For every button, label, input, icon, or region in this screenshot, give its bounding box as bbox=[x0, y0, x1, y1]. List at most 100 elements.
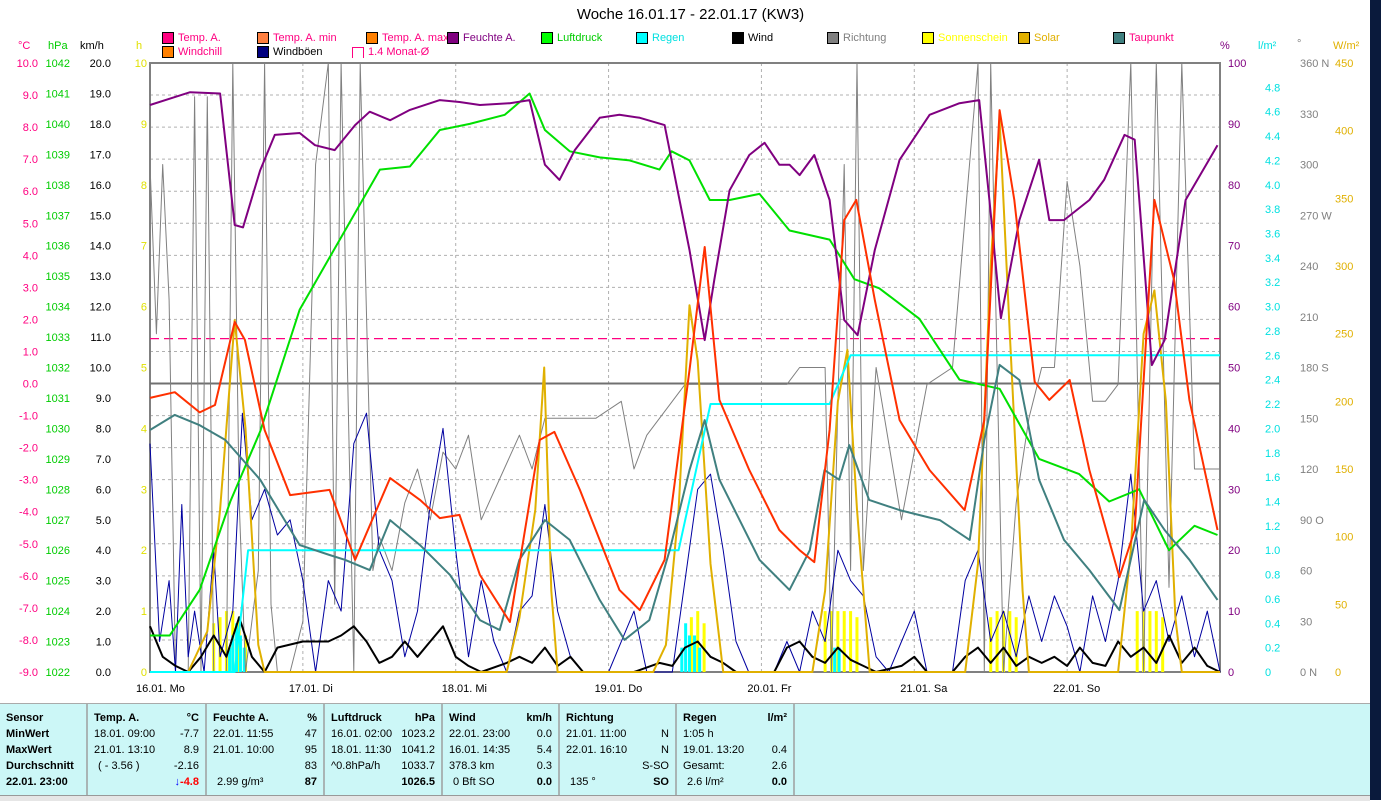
axis-temp-tick: 1.0 bbox=[23, 346, 38, 358]
axis-wind-tick: 13.0 bbox=[90, 271, 111, 283]
direction-max-time: 22.01. 16:10 bbox=[566, 744, 628, 756]
axis-pressure-tick: 1035 bbox=[46, 271, 70, 283]
axis-sunshine-tick: 10 bbox=[135, 58, 147, 70]
legend-swatch-icon bbox=[636, 32, 648, 44]
col-sensor: Sensor MinWert MaxWert Durchschnitt 22.0… bbox=[0, 704, 88, 796]
axis-rain-tick: 3.4 bbox=[1265, 253, 1280, 265]
axis-temp-tick: -5.0 bbox=[19, 539, 38, 551]
axis-pressure-tick: 1022 bbox=[46, 667, 70, 679]
axis-temp-tick: -2.0 bbox=[19, 443, 38, 455]
rain-max-time: 19.01. 13:20 bbox=[683, 744, 745, 756]
axis-pressure-tick: 1032 bbox=[46, 363, 70, 375]
axis-pressure-tick: 1030 bbox=[46, 423, 70, 435]
col-rain: Regen l/m² 1:05 h 19.01. 13:20 0.4 Gesamt:… bbox=[677, 704, 795, 796]
legend-swatch-icon bbox=[447, 32, 459, 44]
axis-rain-tick: 2.0 bbox=[1265, 423, 1280, 435]
axis-temp-tick: 4.0 bbox=[23, 250, 38, 262]
axis-wind-tick: 11.0 bbox=[90, 332, 111, 344]
axis-direction-tick: 30 bbox=[1300, 616, 1312, 628]
axis-sunshine-tick: 0 bbox=[141, 667, 147, 679]
legend-swatch-icon bbox=[732, 32, 744, 44]
axis-humidity-tick: 0 bbox=[1228, 667, 1234, 679]
axis-humidity-tick: 70 bbox=[1228, 241, 1240, 253]
axis-wind-tick: 20.0 bbox=[90, 58, 111, 70]
temp-unit: °C bbox=[186, 712, 199, 724]
axis-x-tick: 17.01. Di bbox=[289, 683, 333, 695]
axis-wind-tick: 15.0 bbox=[90, 210, 111, 222]
col-humidity: Feuchte A.% 22.01. 11:55 47 21.01. 10:00 9… bbox=[207, 704, 325, 796]
axis-temp-tick: -6.0 bbox=[19, 571, 38, 583]
bar-sonnenschein bbox=[1135, 611, 1139, 672]
legend-swatch-icon bbox=[352, 46, 364, 58]
legend-label: Temp. A. min bbox=[273, 32, 337, 44]
axis-direction-tick: 180 S bbox=[1300, 363, 1329, 375]
legend-label: 1.4 Monat-Ø bbox=[368, 46, 430, 58]
axis-humidity-tick: 40 bbox=[1228, 423, 1240, 435]
axis-temp-tick: -8.0 bbox=[19, 635, 38, 647]
axis-wind-tick: 5.0 bbox=[96, 515, 111, 527]
direction-avg: S-SO bbox=[642, 760, 669, 772]
wind-avg: 0.3 bbox=[536, 760, 552, 772]
axis-direction-tick: 240 bbox=[1300, 261, 1318, 273]
legend-label: Wind bbox=[748, 32, 774, 44]
legend-label: Luftdruck bbox=[557, 32, 603, 44]
wind-current: 0.0 bbox=[536, 776, 552, 788]
axis-rain-tick: 3.6 bbox=[1265, 229, 1280, 241]
rain-sum: 2.6 l/m² bbox=[687, 776, 724, 788]
axis-humidity-tick: 10 bbox=[1228, 606, 1240, 618]
legend-label: Temp. A. max bbox=[382, 32, 449, 44]
axis-sunshine-tick: 5 bbox=[141, 363, 147, 375]
legend-swatch-icon bbox=[1113, 32, 1125, 44]
legend-label: Solar bbox=[1034, 32, 1060, 44]
pressure-avg: 1033.7 bbox=[401, 760, 435, 772]
axis-direction-tick: 210 bbox=[1300, 312, 1318, 324]
bar-regen-intervall bbox=[693, 635, 697, 672]
pressure-min-time: 16.01. 02:00 bbox=[331, 728, 393, 740]
axis-wind-tick: 1.0 bbox=[96, 637, 111, 649]
axis-temp-tick: 6.0 bbox=[23, 186, 38, 198]
direction-header: Richtung bbox=[566, 712, 614, 724]
legend-label: Feuchte A. bbox=[463, 32, 516, 44]
legend-label: Sonnenschein bbox=[938, 32, 1008, 44]
axis-x-tick: 20.01. Fr bbox=[747, 683, 791, 695]
legend-label: Richtung bbox=[843, 32, 887, 44]
window-edge bbox=[1370, 0, 1381, 800]
statistics-table: Sensor MinWert MaxWert Durchschnitt 22.0… bbox=[0, 703, 1370, 796]
axis-wind-tick: 12.0 bbox=[90, 302, 111, 314]
axis-pressure-tick: 1028 bbox=[46, 484, 70, 496]
axis-temp-tick: -4.0 bbox=[19, 507, 38, 519]
axis-solar-tick: 350 bbox=[1335, 193, 1353, 205]
unit-kmh: km/h bbox=[80, 40, 104, 52]
humidity-min: 47 bbox=[304, 728, 317, 740]
legend-item: Taupunkt bbox=[1113, 32, 1174, 44]
axis-wind-tick: 16.0 bbox=[90, 180, 111, 192]
axis-rain-tick: 2.4 bbox=[1265, 375, 1280, 387]
wind-max-time: 16.01. 14:35 bbox=[449, 744, 511, 756]
legend-swatch-icon bbox=[366, 32, 378, 44]
status-bar bbox=[0, 795, 1370, 801]
axis-pressure-tick: 1033 bbox=[46, 332, 70, 344]
axis-sunshine-tick: 8 bbox=[141, 180, 147, 192]
wind-header: Wind bbox=[449, 712, 476, 724]
axis-pressure-tick: 1027 bbox=[46, 515, 70, 527]
wind-beaufort: 0 Bft SO bbox=[453, 776, 495, 788]
bar-sonnenschein bbox=[849, 611, 853, 672]
unit-degree: ° bbox=[1297, 38, 1302, 50]
axis-rain-tick: 4.0 bbox=[1265, 180, 1280, 192]
wind-min: 0.0 bbox=[536, 728, 552, 740]
direction-min: N bbox=[661, 728, 669, 740]
axis-sunshine-tick: 3 bbox=[141, 484, 147, 496]
axis-direction-tick: 90 O bbox=[1300, 515, 1324, 527]
axis-sunshine-tick: 4 bbox=[141, 423, 147, 435]
legend-label: Windböen bbox=[273, 46, 323, 58]
legend-item: Luftdruck bbox=[541, 32, 602, 44]
axis-x-tick: 22.01. So bbox=[1053, 683, 1100, 695]
temp-min: -7.7 bbox=[180, 728, 199, 740]
axis-rain-tick: 1.0 bbox=[1265, 545, 1280, 557]
legend-label: Windchill bbox=[178, 46, 223, 58]
axis-humidity-tick: 100 bbox=[1228, 58, 1246, 70]
axis-rain-tick: 3.2 bbox=[1265, 277, 1280, 289]
col-wind: Wind km/h 22.01. 23:00 0.0 16.01. 14:35 5.4… bbox=[443, 704, 560, 796]
humidity-unit: % bbox=[307, 712, 317, 724]
legend-label: Taupunkt bbox=[1129, 32, 1174, 44]
